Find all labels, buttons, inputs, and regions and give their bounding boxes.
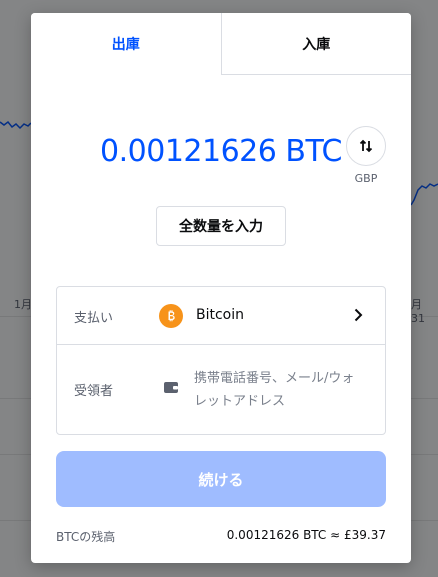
payment-asset-name: Bitcoin — [196, 307, 245, 323]
use-max-button[interactable]: 全数量を入力 — [156, 206, 286, 246]
transfer-form: 支払い Bitcoin 受領者 — [56, 286, 386, 435]
switch-currency-label: GBP — [354, 172, 378, 185]
recipient-label: 受領者 — [74, 384, 114, 399]
balance-value: 0.00121626 BTC ≈ £39.37 — [226, 528, 386, 542]
wallet-icon — [164, 382, 178, 393]
bitcoin-glyph-icon — [168, 310, 175, 322]
continue-label: 続ける — [198, 470, 244, 489]
currency-switch-button[interactable] — [346, 126, 386, 166]
bitcoin-icon — [159, 304, 183, 328]
tab-receive[interactable]: 入庫 — [220, 13, 411, 75]
tab-send[interactable]: 出庫 — [31, 13, 221, 75]
use-max-label: 全数量を入力 — [179, 219, 263, 235]
send-receive-modal: 出庫 入庫 0.00121626 BTC GBP 全数量を入力 支払い Bitc… — [31, 13, 411, 563]
chevron-right-icon — [354, 308, 363, 322]
swap-arrows-icon — [359, 139, 373, 153]
tab-bar: 出庫 入庫 — [31, 13, 411, 75]
tab-send-label: 出庫 — [111, 37, 140, 53]
tab-receive-label: 入庫 — [302, 36, 331, 53]
continue-button[interactable]: 続ける — [56, 451, 386, 507]
balance-label: BTCの残高 — [56, 530, 116, 544]
recipient-input[interactable] — [194, 367, 364, 415]
payment-asset-row[interactable]: 支払い Bitcoin — [57, 287, 385, 345]
recipient-row: 受領者 — [57, 345, 385, 434]
payment-label: 支払い — [74, 311, 114, 326]
